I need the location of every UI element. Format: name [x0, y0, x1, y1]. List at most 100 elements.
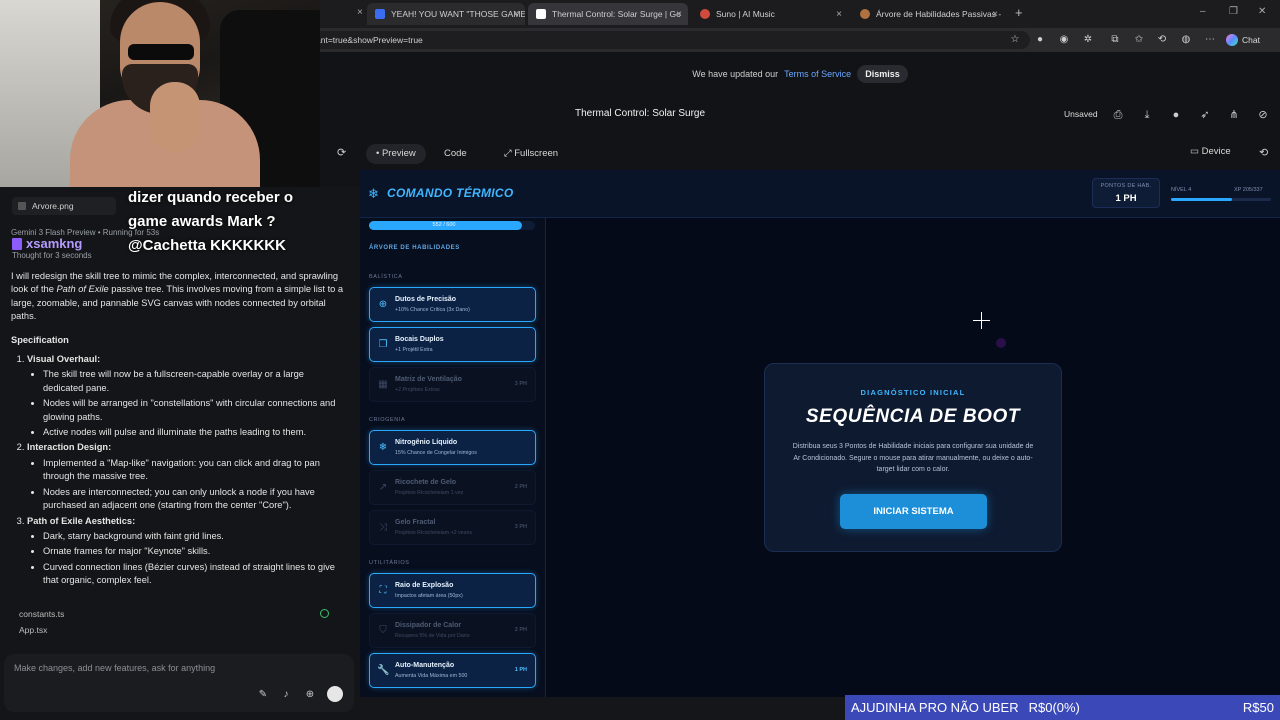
dismiss-button[interactable]: Dismiss	[857, 65, 908, 83]
browser-tab-1[interactable]: YEAH! YOU WANT "THOSE GAMES ×	[367, 3, 525, 25]
tab-fullscreen-label: Fullscreen	[514, 148, 559, 159]
history-icon[interactable]: ⟲	[1155, 33, 1169, 47]
intro-paragraph: I will redesign the skill tree to mimic …	[11, 270, 346, 324]
skill-node[interactable]: ❄ Nitrogênio Líquido 15% Chance de Congela…	[369, 430, 536, 465]
profile-avatar-icon[interactable]: ◍	[1179, 33, 1193, 47]
start-system-button[interactable]: INICIAR SISTEMA	[840, 494, 987, 529]
webcam-overlay	[0, 0, 320, 187]
magic-wand-icon[interactable]: ✎	[256, 688, 270, 702]
tab-code[interactable]: Code	[434, 144, 477, 164]
terms-link[interactable]: Terms of Service	[784, 69, 851, 79]
spec-item: Active nodes will pulse and illuminate t…	[43, 426, 346, 439]
add-icon[interactable]: ⊕	[303, 688, 317, 702]
stream-username-text: xsamkng	[26, 236, 83, 251]
extension-icon[interactable]: ◉	[1057, 33, 1071, 47]
tab-preview-label: Preview	[381, 148, 416, 159]
webcam-person-hand	[150, 82, 200, 152]
skill-name: Ricochete de Gelo	[395, 479, 457, 486]
save-icon[interactable]: ⎙	[1111, 108, 1125, 122]
enemy-glow	[996, 338, 1006, 348]
spec-section: Interaction Design: Implemented a "Map-l…	[27, 441, 346, 512]
prompt-input[interactable]: Make changes, add new features, ask for …	[14, 663, 215, 673]
file-item[interactable]: App.tsx	[19, 625, 47, 635]
chat-button-label: Chat	[1242, 35, 1260, 45]
close-tab-icon[interactable]: ×	[992, 9, 998, 20]
fullscreen-icon: ⤢	[504, 148, 515, 159]
skill-node[interactable]: 🔧 Auto-Manutenção Aumenta Vida Máxima em 5…	[369, 653, 536, 688]
deploy-rocket-icon[interactable]: ➶	[1198, 108, 1212, 122]
refresh-icon[interactable]: ⟳	[337, 146, 346, 159]
copilot-icon	[1226, 34, 1238, 46]
spec-list: Visual Overhaul: The skill tree will now…	[11, 353, 346, 588]
skill-description: Impactos afetam área (50px)	[395, 593, 463, 599]
check-circle-icon	[320, 609, 329, 618]
tab-favicon	[536, 9, 546, 19]
skill-node[interactable]: ⛉ Dissipador de Calor Recupera 5% de Vida …	[369, 613, 536, 648]
tab-fullscreen[interactable]: ⤢ Fullscreen	[494, 144, 568, 164]
restore-icon[interactable]: ❐	[1229, 6, 1238, 17]
skill-cost: 3 PH	[514, 524, 527, 530]
extension-icon[interactable]: ●	[1033, 33, 1047, 47]
skill-node[interactable]: ❐ Bocais Duplos +1 Projétil Extra	[369, 327, 536, 362]
microphone-icon[interactable]: ♪	[279, 688, 293, 702]
favorites-icon[interactable]: ✩	[1132, 33, 1146, 47]
overlay-line: dizer quando receber o	[128, 189, 294, 206]
close-tab-icon[interactable]: ×	[357, 7, 363, 18]
skill-description: +10% Chance Crítica (3x Dano)	[395, 307, 470, 313]
split-view-icon[interactable]: ⧉	[1108, 33, 1122, 47]
close-window-icon[interactable]: ✕	[1258, 6, 1266, 17]
skill-description: Projéteis Ricocheteiam 1 vez	[395, 490, 464, 496]
close-tab-icon[interactable]: ×	[676, 9, 682, 20]
browser-tab-4[interactable]: Árvore de Habilidades Passivas - C ×	[852, 3, 1004, 25]
overlay-line: @Cachetta KKKKKKK	[128, 237, 286, 254]
skill-node[interactable]: ⛶ Raio de Explosão Impactos afetam área (5…	[369, 573, 536, 608]
skill-description: Projéteis Ricocheteiam +2 vezes	[395, 530, 472, 536]
skill-node[interactable]: ⊕ Dutos de Precisão +10% Chance Crítica (3…	[369, 287, 536, 322]
close-tab-icon[interactable]: ×	[836, 9, 842, 20]
extension-icon[interactable]: ✲	[1081, 33, 1095, 47]
close-tab-icon[interactable]: ×	[513, 9, 519, 20]
shuffle-icon: ⤨	[379, 522, 387, 533]
chat-button[interactable]: Chat	[1226, 31, 1272, 49]
more-menu-icon[interactable]: ⋯	[1203, 33, 1217, 47]
attachment-chip[interactable]: Arvore.png	[12, 197, 116, 215]
new-tab-icon[interactable]: +	[1015, 5, 1023, 20]
file-item[interactable]: constants.ts	[19, 609, 64, 619]
hide-preview-icon[interactable]: ⊘	[1256, 108, 1270, 122]
terms-banner: We have updated our Terms of Service Dis…	[320, 62, 1280, 86]
tab-preview[interactable]: • Preview	[366, 144, 426, 164]
skill-node[interactable]: ↗ Ricochete de Gelo Projéteis Ricocheteiam…	[369, 470, 536, 505]
tab-favicon	[375, 9, 385, 19]
assistant-message: I will redesign the skill tree to mimic …	[11, 270, 346, 590]
spec-item: The skill tree will now be a fullscreen-…	[43, 368, 346, 395]
spec-item: Ornate frames for major "Keynote" skills…	[43, 545, 346, 558]
stream-username: xsamkng	[12, 236, 82, 251]
section-title: Visual Overhaul	[27, 354, 98, 365]
url-field[interactable]: ant=true&showPreview=true	[300, 31, 1030, 49]
skill-points-label: PONTOS DE HAB.	[1100, 183, 1152, 189]
browser-tab-3[interactable]: Suno | AI Music ×	[692, 3, 848, 25]
device-button[interactable]: ▭ Device	[1190, 146, 1231, 157]
level-label: NÍVEL 4	[1171, 187, 1192, 193]
stop-button[interactable]	[327, 686, 343, 702]
skill-node[interactable]: ⤨ Gelo Fractal Projéteis Ricocheteiam +2 v…	[369, 510, 536, 545]
skill-description: 15% Chance de Congelar Inimigos	[395, 450, 477, 456]
donation-goal-bar: AJUDINHA PRO NÃO UBER R$0(0%) R$50	[845, 695, 1280, 720]
minimize-icon[interactable]: –	[1200, 6, 1206, 17]
download-icon[interactable]: ⤓	[1140, 108, 1154, 122]
expand-icon: ⛶	[379, 585, 387, 596]
crosshair-icon: ⊕	[378, 299, 388, 310]
reload-preview-icon[interactable]: ⟲	[1259, 146, 1268, 159]
star-icon[interactable]: ☆	[1008, 33, 1022, 47]
overlay-line: game awards Mark ?	[128, 213, 276, 230]
skill-description: +1 Projétil Extra	[395, 347, 433, 353]
skill-name: Dutos de Precisão	[395, 296, 457, 303]
game-title: COMANDO TÉRMICO	[387, 186, 514, 200]
thought-duration[interactable]: Thought for 3 seconds	[12, 251, 92, 260]
skill-description: Aumenta Vida Máxima em 500	[395, 673, 468, 679]
share-icon[interactable]: ⋔	[1227, 108, 1241, 122]
browser-tab-2[interactable]: Thermal Control: Solar Surge | Go ×	[528, 3, 688, 25]
skill-node[interactable]: ▦ Matriz de Ventilação +2 Projéteis Extras…	[369, 367, 536, 402]
spec-item: Curved connection lines (Bézier curves) …	[43, 561, 346, 588]
github-icon[interactable]: ●	[1169, 108, 1183, 122]
